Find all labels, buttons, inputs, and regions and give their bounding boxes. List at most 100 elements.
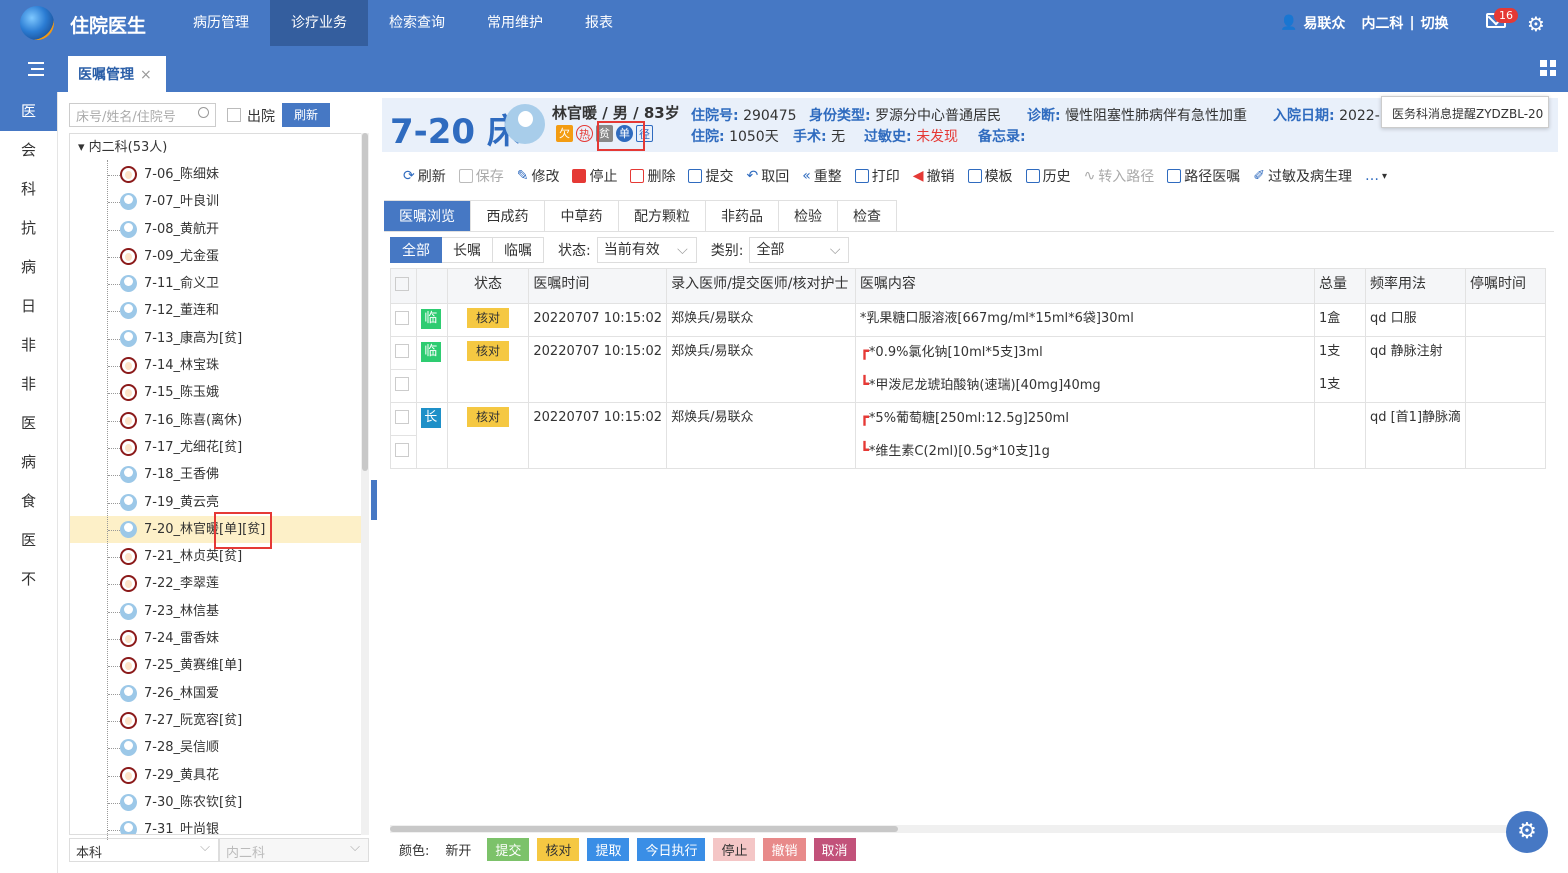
nav-reports[interactable]: 报表 xyxy=(564,0,634,46)
tree-patient-item[interactable]: 7-25_黄赛维[单] xyxy=(70,652,361,679)
rail-item[interactable]: 医 xyxy=(0,92,57,131)
tree-patient-item[interactable]: 7-07_叶良训 xyxy=(70,188,361,215)
filter-long-term[interactable]: 长嘱 xyxy=(442,237,493,263)
dept-select[interactable]: 内二科 xyxy=(219,838,369,862)
refresh-order-button[interactable]: ⟳ 刷新 xyxy=(398,166,451,186)
rail-item[interactable]: 科 xyxy=(0,170,57,209)
scroll-thumb[interactable] xyxy=(362,133,368,471)
tab-close-icon[interactable]: × xyxy=(140,67,152,83)
template-button[interactable]: 模板 xyxy=(963,166,1018,186)
rail-item[interactable]: 医 xyxy=(0,404,57,443)
expand-caret-icon[interactable]: ▾ xyxy=(78,140,89,155)
tree-patient-item[interactable]: 7-24_雷香妹 xyxy=(70,625,361,652)
rail-item[interactable]: 病 xyxy=(0,443,57,482)
nav-clinical[interactable]: 诊疗业务 xyxy=(270,0,368,46)
switch-link[interactable]: 切换 xyxy=(1421,13,1449,33)
message-tooltip[interactable]: 医务科消息提醒ZYDZBL-20 xyxy=(1381,96,1549,128)
tree-patient-item[interactable]: 7-11_俞义卫 xyxy=(70,270,361,297)
table-row[interactable]: 临 核对 20220707 10:15:02 郑焕兵/易联众 ┏*0.9%氯化钠… xyxy=(390,336,1546,403)
tree-patient-item[interactable]: 7-23_林信基 xyxy=(70,598,361,625)
panel-splitter[interactable] xyxy=(371,480,377,520)
tree-patient-item[interactable]: 7-27_阮宽容[贫] xyxy=(70,707,361,734)
tab-exam[interactable]: 检查 xyxy=(838,200,897,232)
rail-item[interactable]: 食 xyxy=(0,482,57,521)
tab-order-mgmt[interactable]: 医嘱管理 × xyxy=(68,56,166,92)
col-select[interactable] xyxy=(390,268,417,304)
tree-root[interactable]: ▾ 内二科(53人) xyxy=(70,134,361,161)
filter-all[interactable]: 全部 xyxy=(390,237,442,263)
rail-item[interactable]: 不 xyxy=(0,560,57,599)
pathway-order-button[interactable]: 路径医嘱 xyxy=(1162,166,1245,186)
tree-patient-item[interactable]: 7-08_黄航开 xyxy=(70,216,361,243)
revoke-button[interactable]: ◀ 撤销 xyxy=(908,166,960,186)
tree-patient-item[interactable]: 7-30_陈农钦[贫] xyxy=(70,789,361,816)
rail-item[interactable]: 非 xyxy=(0,326,57,365)
more-button[interactable]: … ▾ xyxy=(1360,166,1392,186)
tree-patient-item[interactable]: 7-31_叶尚银 xyxy=(70,816,361,834)
submit-button[interactable]: 提交 xyxy=(683,166,738,186)
nav-search[interactable]: 检索查询 xyxy=(368,0,466,46)
rail-item[interactable]: 会 xyxy=(0,131,57,170)
refresh-button[interactable]: 刷新 xyxy=(282,103,330,127)
print-button[interactable]: 打印 xyxy=(850,166,905,186)
rail-item[interactable]: 抗 xyxy=(0,209,57,248)
scope-select[interactable]: 本科 xyxy=(69,838,219,862)
stop-button[interactable]: 停止 xyxy=(567,166,622,186)
settings-gear-icon[interactable]: ⚙ xyxy=(1527,12,1545,36)
patient-search-input[interactable]: 床号/姓名/住院号 xyxy=(69,103,216,127)
tab-western-med[interactable]: 西成药 xyxy=(471,200,545,232)
tree-patient-item[interactable]: 7-14_林宝珠 xyxy=(70,352,361,379)
tree-patient-item[interactable]: 7-16_陈喜(离休) xyxy=(70,407,361,434)
rail-item[interactable]: 医 xyxy=(0,521,57,560)
nav-record-mgmt[interactable]: 病历管理 xyxy=(172,0,270,46)
user-name[interactable]: 易联众 xyxy=(1303,13,1345,33)
edit-button[interactable]: ✎ 修改 xyxy=(512,166,565,186)
row-checkbox[interactable] xyxy=(395,443,409,457)
row-checkbox[interactable] xyxy=(395,344,409,358)
reorganize-button[interactable]: «重整 xyxy=(797,166,847,186)
category-select[interactable]: 全部 xyxy=(749,237,850,263)
discharged-checkbox[interactable] xyxy=(227,108,241,122)
tree-patient-item[interactable]: 7-29_黄具花 xyxy=(70,762,361,789)
memo[interactable]: 备忘录: xyxy=(978,126,1026,146)
save-button[interactable]: 保存 xyxy=(454,166,509,186)
table-row[interactable]: 长 核对 20220707 10:15:02 郑焕兵/易联众 ┏*5%葡萄糖[2… xyxy=(390,402,1546,469)
tree-patient-item[interactable]: 7-09_尤金蛋 xyxy=(70,243,361,270)
filter-temporary[interactable]: 临嘱 xyxy=(493,237,544,263)
tree-scrollbar[interactable] xyxy=(361,133,369,835)
to-pathway-button[interactable]: ∿ 转入路径 xyxy=(1079,166,1160,186)
tab-order-browse[interactable]: 医嘱浏览 xyxy=(384,200,471,232)
tab-lab[interactable]: 检验 xyxy=(779,200,838,232)
tab-non-drug[interactable]: 非药品 xyxy=(706,200,779,232)
tree-patient-item[interactable]: 7-06_陈细妹 xyxy=(70,161,361,188)
row-checkbox[interactable] xyxy=(395,311,409,325)
rail-item[interactable]: 非 xyxy=(0,365,57,404)
h-scroll-thumb[interactable] xyxy=(390,826,898,832)
rail-item[interactable]: 病 xyxy=(0,248,57,287)
row-checkbox[interactable] xyxy=(395,410,409,424)
row-checkbox[interactable] xyxy=(395,377,409,391)
tree-patient-item[interactable]: 7-13_康高为[贫] xyxy=(70,325,361,352)
settings-fab-gear-icon[interactable]: ⚙ xyxy=(1506,811,1548,853)
tree-patient-item[interactable]: 7-28_吴信顺 xyxy=(70,734,361,761)
tree-patient-item[interactable]: 7-26_林国爱 xyxy=(70,680,361,707)
tab-chinese-herbal[interactable]: 中草药 xyxy=(545,200,619,232)
rail-item[interactable]: 日 xyxy=(0,287,57,326)
tree-patient-item[interactable]: 7-22_李翠莲 xyxy=(70,570,361,597)
tree-patient-item[interactable]: 7-12_董连和 xyxy=(70,297,361,324)
table-row[interactable]: 临 核对 20220707 10:15:02 郑焕兵/易联众 *乳果糖口服溶液[… xyxy=(390,303,1546,337)
status-select[interactable]: 当前有效 xyxy=(596,237,697,263)
grid-apps-icon[interactable] xyxy=(1540,60,1556,76)
nav-maintenance[interactable]: 常用维护 xyxy=(466,0,564,46)
tab-formula-granule[interactable]: 配方颗粒 xyxy=(619,200,706,232)
history-button[interactable]: 历史 xyxy=(1021,166,1076,186)
tree-patient-item[interactable]: 7-15_陈玉娥 xyxy=(70,379,361,406)
menu-toggle-icon[interactable] xyxy=(28,62,44,76)
tree-patient-item[interactable]: 7-18_王香佛 xyxy=(70,461,361,488)
select-all-checkbox[interactable] xyxy=(395,277,409,291)
delete-button[interactable]: 删除 xyxy=(625,166,680,186)
retrieve-button[interactable]: ↶ 取回 xyxy=(741,166,794,186)
search-icon[interactable] xyxy=(198,107,209,118)
table-h-scrollbar[interactable] xyxy=(390,825,1546,833)
tree-patient-item[interactable]: 7-17_尤细花[贫] xyxy=(70,434,361,461)
